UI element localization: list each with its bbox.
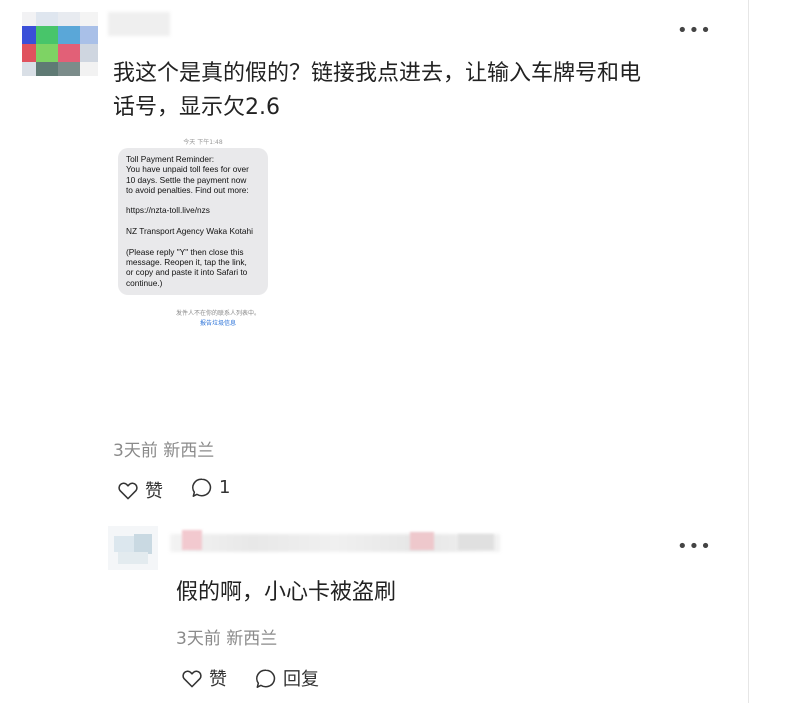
attached-image[interactable]: 今天 下午1:48 Toll Payment Reminder: You hav… xyxy=(113,130,278,335)
heart-icon xyxy=(182,670,202,688)
sms-line: Toll Payment Reminder: xyxy=(126,154,215,164)
sms-line: (Please reply "Y" then close this xyxy=(126,246,244,257)
post-meta: 3天前 新西兰 xyxy=(113,436,214,461)
comment-button[interactable]: 1 xyxy=(191,477,230,498)
comment-bubble-icon xyxy=(256,669,276,688)
reply-button[interactable]: 回复 xyxy=(255,665,319,691)
post-timestamp: 3天前 xyxy=(113,441,158,461)
sms-sender-note: 发件人不在你的联系人列表中。 xyxy=(175,310,260,317)
sms-gap xyxy=(126,195,260,205)
avatar[interactable] xyxy=(22,12,98,76)
reply-avatar[interactable] xyxy=(108,526,158,570)
reply-meta: 3天前 新西兰 xyxy=(176,624,277,649)
more-horizontal-icon[interactable]: ••• xyxy=(677,20,712,41)
post-location: 新西兰 xyxy=(163,441,215,461)
post-text: 我这个是真的假的？链接我点进去，让输入车牌号和电 话号，显示欠2.6 xyxy=(113,61,642,120)
comment-count: 1 xyxy=(219,477,231,498)
username[interactable] xyxy=(108,12,170,36)
sms-link: https://nzta-toll.live/nzs xyxy=(126,205,210,216)
sms-line: 10 days. Settle the payment now xyxy=(126,174,247,185)
comment-bubble-icon xyxy=(192,478,212,497)
reply-location: 新西兰 xyxy=(226,629,278,649)
reply-username[interactable] xyxy=(170,530,500,554)
reply-more-horizontal-icon[interactable]: ••• xyxy=(677,536,712,557)
reply-like-label: 赞 xyxy=(209,669,227,690)
report-junk-link: 报告垃圾信息 xyxy=(199,320,236,327)
like-label: 赞 xyxy=(145,481,163,502)
sms-line: continue.) xyxy=(126,277,163,288)
sms-line: message. Reopen it, tap the link, xyxy=(126,256,247,267)
sms-line: You have unpaid toll fees for over xyxy=(126,164,249,175)
sms-line: to avoid penalties. Find out more: xyxy=(126,184,249,195)
sms-gap xyxy=(126,236,260,246)
sms-time: 今天 下午1:48 xyxy=(183,139,223,146)
reply-like-button[interactable]: 赞 xyxy=(181,665,227,691)
sms-gap xyxy=(126,216,260,226)
reply-timestamp: 3天前 xyxy=(176,629,221,649)
like-button[interactable]: 赞 xyxy=(117,477,163,503)
sms-bubble: Toll Payment Reminder: You have unpaid t… xyxy=(118,148,268,295)
sms-line: or copy and paste it into Safari to xyxy=(126,267,248,278)
sms-line: NZ Transport Agency Waka Kotahi xyxy=(126,226,253,237)
right-divider xyxy=(748,0,749,703)
reply-text: 假的啊，小心卡被盗刷 xyxy=(176,580,397,605)
heart-icon xyxy=(118,482,138,500)
reply-label: 回复 xyxy=(283,669,319,690)
